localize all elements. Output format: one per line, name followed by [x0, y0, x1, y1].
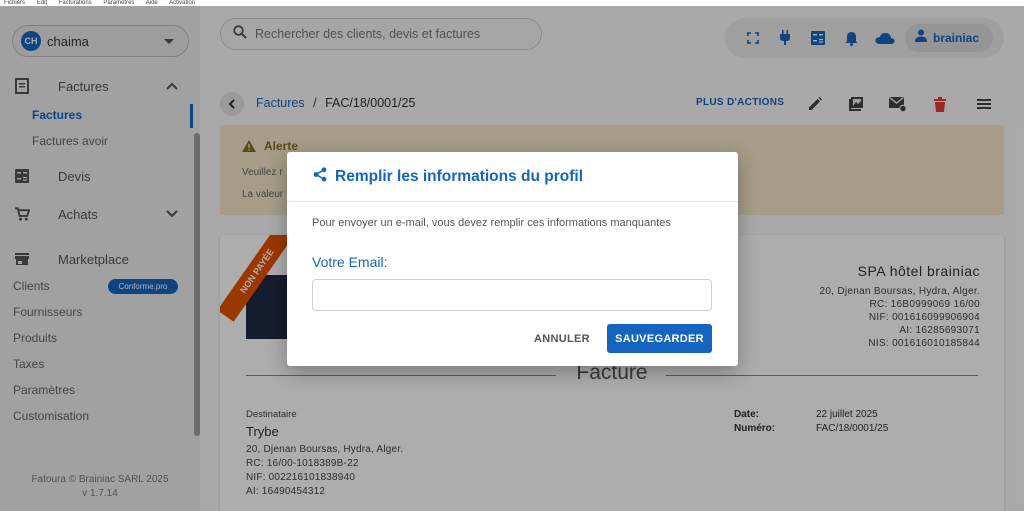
cancel-button[interactable]: ANNULER	[527, 325, 597, 353]
dialog-header: Remplir les informations du profil	[287, 152, 738, 202]
dialog-description: Pour envoyer un e-mail, vous devez rempl…	[312, 217, 671, 229]
dialog-title: Remplir les informations du profil	[335, 167, 584, 185]
email-label: Votre Email:	[312, 254, 388, 270]
save-button[interactable]: SAUVEGARDER	[607, 324, 712, 353]
share-icon	[313, 166, 327, 187]
profile-dialog: Remplir les informations du profil Pour …	[287, 152, 738, 366]
email-field[interactable]	[312, 279, 712, 311]
